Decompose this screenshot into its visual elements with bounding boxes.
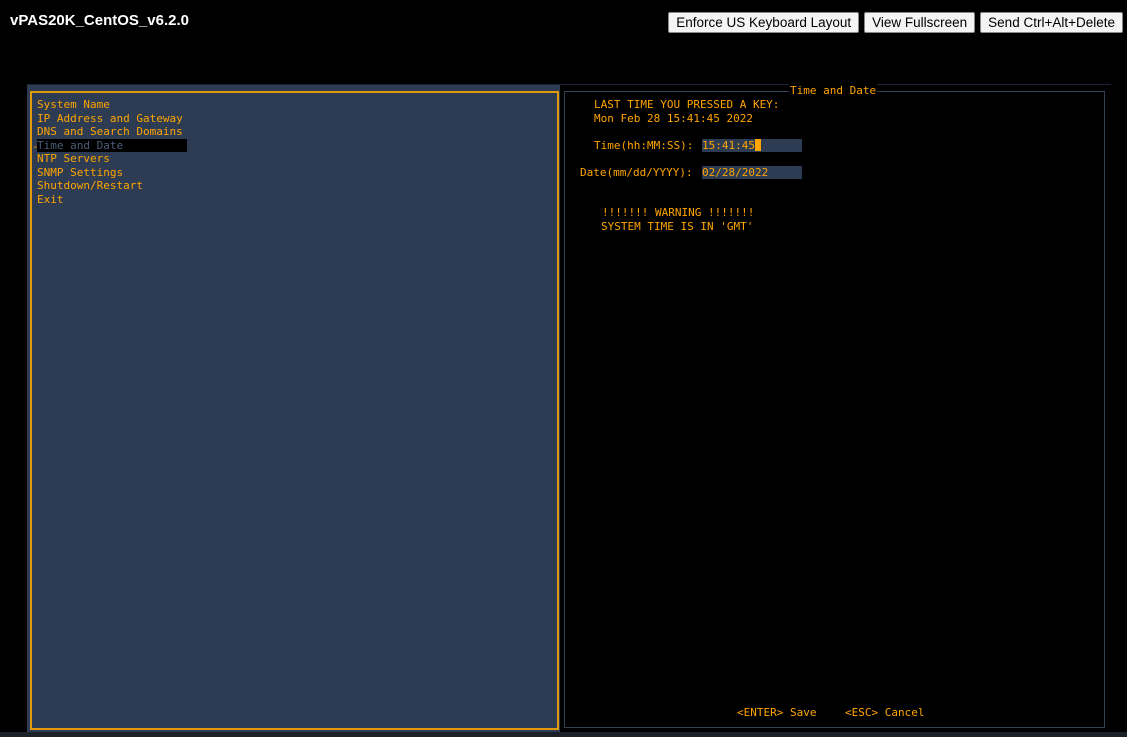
panel-title: Time and Date (789, 84, 878, 98)
send-ctrl-alt-delete-button[interactable]: Send Ctrl+Alt+Delete (980, 12, 1123, 33)
toolbar: Enforce US Keyboard Layout View Fullscre… (668, 12, 1123, 33)
warning-line-2: SYSTEM TIME IS IN 'GMT' (601, 220, 754, 233)
menu-item-ip-address-gateway[interactable]: IP Address and Gateway (37, 112, 187, 126)
menu-item-exit[interactable]: Exit (37, 193, 187, 207)
menu-item-snmp-settings[interactable]: SNMP Settings (37, 166, 187, 180)
bottom-strip (0, 732, 1127, 737)
left-pane: - System Name IP Address and Gateway DNS… (27, 85, 560, 733)
menu-item-system-name[interactable]: System Name (37, 98, 187, 112)
time-label: Time(hh:MM:SS): (594, 139, 694, 152)
time-field[interactable]: 15:41:45 (702, 139, 802, 157)
menu-item-ntp-servers[interactable]: NTP Servers (37, 152, 187, 166)
last-key-value: Mon Feb 28 15:41:45 2022 (594, 112, 753, 125)
time-date-panel: Time and Date LAST TIME YOU PRESSED A KE… (564, 84, 1105, 728)
date-label: Date(mm/dd/YYYY): (580, 166, 693, 179)
view-fullscreen-button[interactable]: View Fullscreen (864, 12, 976, 33)
window-title: vPAS20K_CentOS_v6.2.0 (10, 12, 189, 29)
menu-item-dns-search-domains[interactable]: DNS and Search Domains (37, 125, 187, 139)
last-key-label: LAST TIME YOU PRESSED A KEY: (594, 98, 780, 111)
date-field[interactable]: 02/28/2022 (702, 166, 802, 184)
menu-item-shutdown-restart[interactable]: Shutdown/Restart (37, 179, 187, 193)
text-cursor (754, 139, 761, 151)
time-input[interactable]: 15:41:45 (702, 139, 755, 152)
cancel-hint[interactable]: <ESC> Cancel (845, 706, 924, 720)
enforce-us-keyboard-button[interactable]: Enforce US Keyboard Layout (668, 12, 860, 33)
warning-line-1: !!!!!!! WARNING !!!!!!! (602, 206, 755, 219)
config-menu: System Name IP Address and Gateway DNS a… (37, 98, 187, 206)
console-screen[interactable]: - System Name IP Address and Gateway DNS… (27, 84, 1111, 733)
date-input[interactable]: 02/28/2022 (702, 166, 802, 179)
menu-item-time-and-date[interactable]: Time and Date (37, 138, 187, 152)
save-hint[interactable]: <ENTER> Save (737, 706, 816, 720)
